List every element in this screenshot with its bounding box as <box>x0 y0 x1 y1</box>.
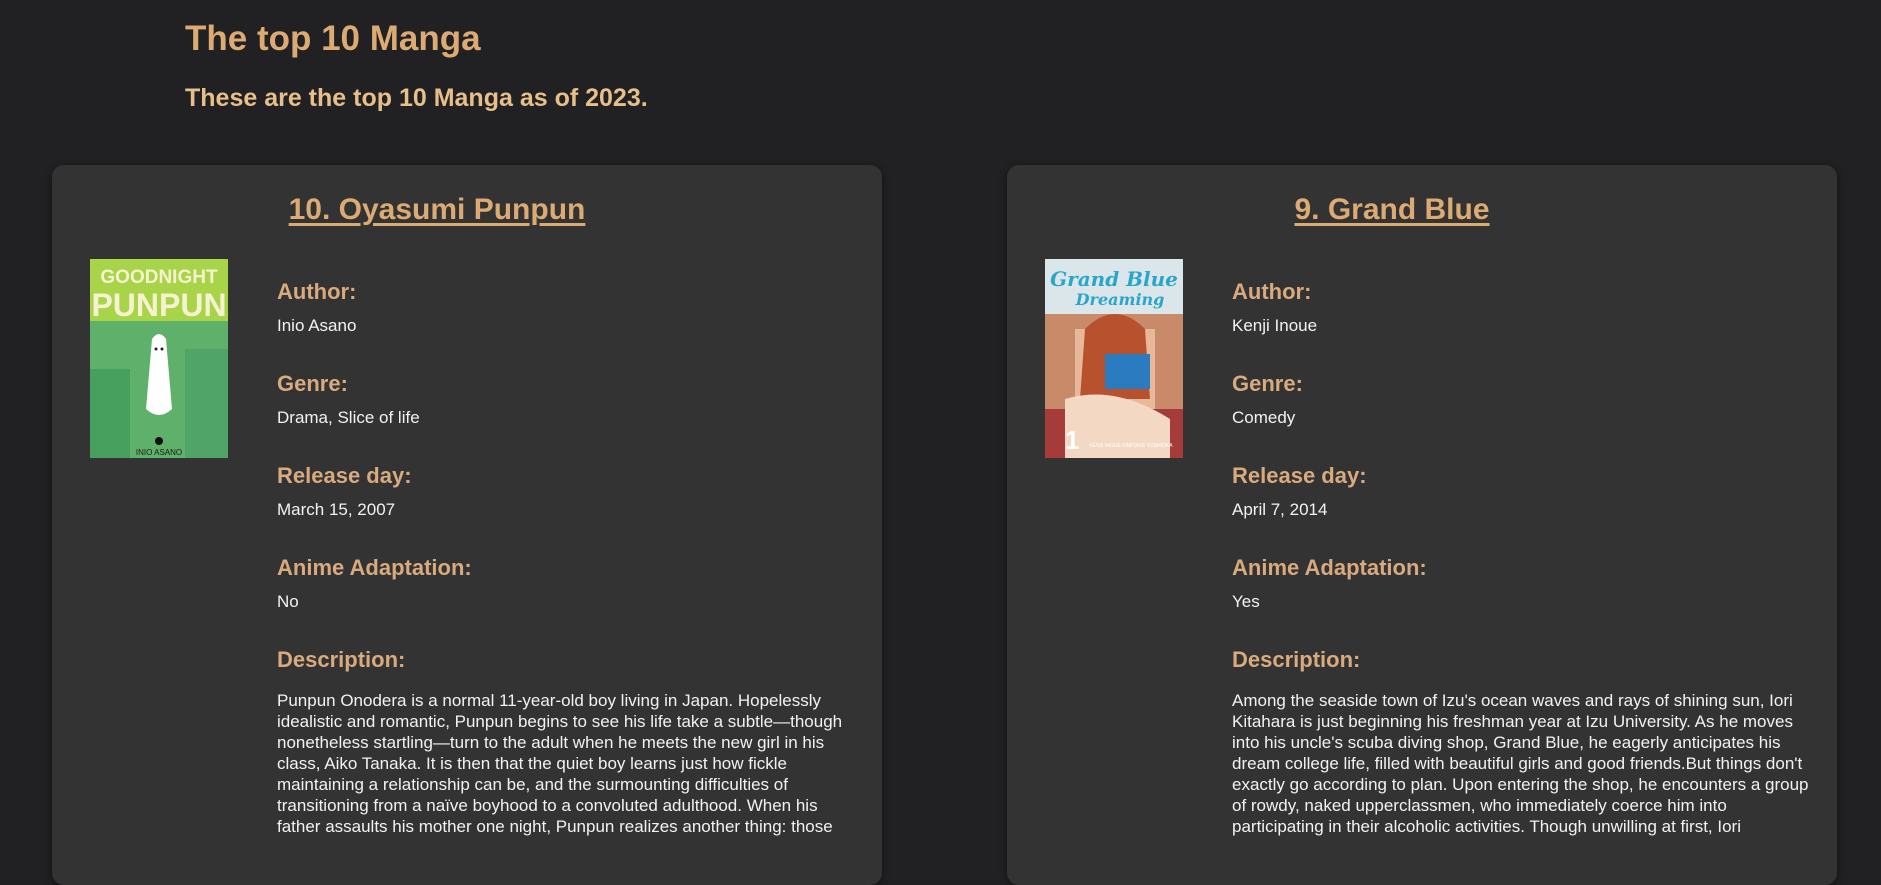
genre-label: Genre: <box>1232 371 1303 396</box>
manga-card: 9. Grand Blue Grand Blue Dreaming 1 KENJ… <box>1007 165 1837 885</box>
author-label: Author: <box>1232 279 1312 304</box>
anime-label: Anime Adaptation: <box>277 555 472 580</box>
author-label: Author: <box>277 279 357 304</box>
anime-value: No <box>277 592 299 611</box>
release-label: Release day: <box>1232 463 1367 488</box>
manga-info: Author: Kenji Inoue Genre: Comedy Releas… <box>1232 276 1817 837</box>
svg-text:GOODNIGHT: GOODNIGHT <box>100 267 218 288</box>
release-label: Release day: <box>277 463 412 488</box>
manga-title-link[interactable]: 9. Grand Blue <box>1007 193 1777 227</box>
anime-label: Anime Adaptation: <box>1232 555 1427 580</box>
page-title: The top 10 Manga <box>185 19 481 58</box>
description-text: Among the seaside town of Izu's ocean wa… <box>1232 691 1809 836</box>
svg-text:PUNPUN: PUNPUN <box>91 287 226 323</box>
svg-text:1: 1 <box>1065 425 1079 455</box>
page-subtitle: These are the top 10 Manga as of 2023. <box>185 84 648 112</box>
svg-text:Grand Blue: Grand Blue <box>1050 267 1178 291</box>
manga-info: Author: Inio Asano Genre: Drama, Slice o… <box>277 276 862 837</box>
manga-card: 10. Oyasumi Punpun GOODNIGHT PUNPUN INIO… <box>52 165 882 885</box>
description-label: Description: <box>1232 647 1361 672</box>
author-value: Inio Asano <box>277 316 357 335</box>
svg-text:Dreaming: Dreaming <box>1075 290 1165 309</box>
svg-text:KENJI INOUE KIMITAKE YOSHIOKA: KENJI INOUE KIMITAKE YOSHIOKA <box>1089 443 1173 449</box>
genre-value: Comedy <box>1232 408 1296 427</box>
manga-cover-image: Grand Blue Dreaming 1 KENJI INOUE KIMITA… <box>1045 259 1183 458</box>
manga-cover-image: GOODNIGHT PUNPUN INIO ASANO <box>90 259 228 458</box>
release-value: April 7, 2014 <box>1232 500 1328 519</box>
release-value: March 15, 2007 <box>277 500 396 519</box>
svg-text:INIO ASANO: INIO ASANO <box>136 448 182 457</box>
genre-label: Genre: <box>277 371 348 396</box>
anime-value: Yes <box>1232 592 1260 611</box>
manga-title-link[interactable]: 10. Oyasumi Punpun <box>52 193 822 227</box>
description-label: Description: <box>277 647 406 672</box>
description-text: Punpun Onodera is a normal 11-year-old b… <box>277 691 843 836</box>
genre-value: Drama, Slice of life <box>277 408 420 427</box>
author-value: Kenji Inoue <box>1232 316 1318 335</box>
